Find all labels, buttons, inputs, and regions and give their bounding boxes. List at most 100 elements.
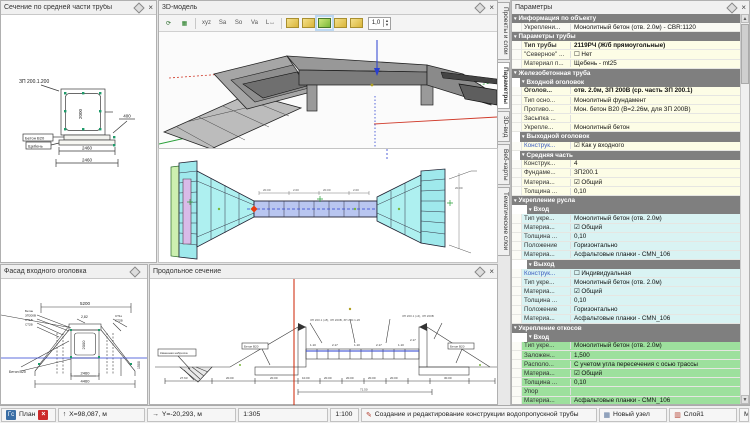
- box-flat-icon[interactable]: [350, 18, 363, 28]
- plan-tab-label[interactable]: План: [19, 411, 35, 418]
- scale-spinner[interactable]: 1,0 ▲▼: [368, 17, 391, 30]
- panel-facade: Фасад входного оголовка: [0, 264, 148, 405]
- param-row[interactable]: Толщина ...0,10: [512, 187, 740, 196]
- param-section[interactable]: ▾Железобетонная труба: [512, 69, 740, 78]
- box-hidden-icon[interactable]: [334, 18, 347, 28]
- spinner-down-icon[interactable]: ▼: [385, 23, 389, 27]
- close-icon[interactable]: ×: [148, 4, 153, 12]
- param-row[interactable]: Оголов...отв. 2.0м, ЗП 200В (ср. часть З…: [512, 87, 740, 96]
- scroll-down-icon[interactable]: ▼: [741, 395, 749, 404]
- mode-indicator[interactable]: ✎ Создание и редактирование конструкции …: [361, 408, 596, 422]
- spinner-arrows[interactable]: ▲▼: [383, 19, 390, 27]
- param-row[interactable]: Фундаме...ЗП200.1: [512, 169, 740, 178]
- param-row[interactable]: Заложен...1,500: [512, 351, 740, 360]
- param-section[interactable]: ▾Параметры трубы: [512, 32, 740, 41]
- param-row[interactable]: Засыпка ...: [512, 114, 740, 123]
- param-row[interactable]: Материа...Асфальтовые планки - CMN_106: [512, 397, 740, 404]
- param-row[interactable]: Располо...С учетом угла пересечения с ос…: [512, 360, 740, 369]
- param-row[interactable]: Укреплени...Монолитный бетон (отв. 2.0м)…: [512, 23, 740, 32]
- snap-surface-icon[interactable]: Sa: [215, 16, 230, 31]
- tab-thematic-layers[interactable]: Тематические слои: [498, 187, 510, 255]
- pin-icon[interactable]: [727, 2, 738, 13]
- param-section[interactable]: ▾Выход: [512, 260, 740, 269]
- panel-3d-titlebar[interactable]: 3D-модель ×: [159, 1, 497, 15]
- param-section[interactable]: ▾Вход: [512, 333, 740, 342]
- param-section[interactable]: ▾Укрепление откосов: [512, 324, 740, 333]
- param-section[interactable]: ▾Средняя часть: [512, 151, 740, 160]
- panel-longitudinal-titlebar[interactable]: Продольное сечение ×: [150, 265, 497, 279]
- tab-projects-layers[interactable]: Проекты и слои: [498, 2, 510, 60]
- param-row[interactable]: Материа...☑ Общий: [512, 178, 740, 187]
- param-row[interactable]: Укрепле...Монолитный бетон: [512, 123, 740, 132]
- param-row[interactable]: Материа...Асфальтовые планки - CMN_106: [512, 315, 740, 324]
- param-row[interactable]: Материа...Асфальтовые планки - CMN_106: [512, 251, 740, 260]
- vertical-scale-field[interactable]: 1:305: [238, 408, 328, 422]
- node-selector[interactable]: ▦ Новый узел: [599, 408, 668, 422]
- box-wire-icon[interactable]: [286, 18, 299, 28]
- param-row[interactable]: Упор: [512, 387, 740, 396]
- close-icon[interactable]: ×: [741, 4, 746, 12]
- param-row[interactable]: Материа...☑ Общий: [512, 287, 740, 296]
- tab-parameters[interactable]: Параметры: [498, 62, 510, 109]
- scroll-up-icon[interactable]: ▲: [741, 14, 749, 23]
- refresh-icon[interactable]: ⟳: [161, 16, 176, 31]
- param-row[interactable]: Материа...☑ Общий: [512, 369, 740, 378]
- snap-object-icon[interactable]: So: [231, 16, 246, 31]
- param-row[interactable]: Конструк...4: [512, 160, 740, 169]
- axes-icon[interactable]: xyz: [199, 16, 214, 31]
- view-icon[interactable]: Va: [247, 16, 262, 31]
- spinner-value[interactable]: 1,0: [369, 20, 383, 26]
- model-table-icon[interactable]: ▦: [177, 16, 192, 31]
- param-row[interactable]: Толщина ...0,10: [512, 378, 740, 387]
- y-axis-icon: →: [152, 411, 159, 418]
- param-row[interactable]: Материа...☑ Общий: [512, 224, 740, 233]
- param-section[interactable]: ▾Укрепление русла: [512, 196, 740, 205]
- param-scrollbar[interactable]: ▲ ▼: [740, 14, 749, 404]
- close-icon[interactable]: ×: [489, 4, 494, 12]
- horizontal-scale-field[interactable]: 1:100: [330, 408, 359, 422]
- box-solid-icon[interactable]: [318, 18, 331, 28]
- layer-selector[interactable]: ▥ Слой1: [669, 408, 737, 422]
- 3d-viewport[interactable]: [159, 32, 497, 149]
- param-row[interactable]: Тип укре...Монолитный бетон (отв. 2.0м): [512, 342, 740, 351]
- panel-pipe-section-titlebar[interactable]: Сечение по средней части трубы ×: [1, 1, 156, 15]
- param-row[interactable]: Толщина ...0,10: [512, 233, 740, 242]
- param-row[interactable]: ПоложениеГоризонтально: [512, 242, 740, 251]
- param-row[interactable]: Противо...Мон. бетон В20 (В=2.26м, для З…: [512, 105, 740, 114]
- param-row[interactable]: Тип осно...Монолитный фундамент: [512, 96, 740, 105]
- param-row[interactable]: Материал п...Щебень - mt25: [512, 60, 740, 69]
- plan-tab-segment[interactable]: Гс План ×: [1, 408, 56, 422]
- panel-title: Параметры: [515, 4, 728, 11]
- param-row[interactable]: Конструк...☑ Как у входного: [512, 142, 740, 151]
- param-section[interactable]: ▾Выходной оголовок: [512, 132, 740, 141]
- box-shaded-icon[interactable]: [302, 18, 315, 28]
- param-row[interactable]: Тип укре...Монолитный бетон (отв. 2.0м): [512, 214, 740, 223]
- param-row[interactable]: ПоложениеГоризонтально: [512, 306, 740, 315]
- coordinate-x-field[interactable]: ↑ X=98,087, м: [58, 408, 145, 422]
- panel-parameters-titlebar[interactable]: Параметры ×: [512, 1, 749, 15]
- plan-view-canvas[interactable]: 20.00 2.00 20.00 2.00 20.00: [158, 148, 498, 263]
- param-row[interactable]: Тип укре...Монолитный бетон (отв. 2.0м): [512, 278, 740, 287]
- length-icon[interactable]: L↔: [263, 16, 278, 31]
- param-row[interactable]: Тип трубы2119РЧ (Ж/б прямоугольные): [512, 41, 740, 50]
- collapse-icon: ▾: [514, 198, 517, 204]
- param-section[interactable]: ▾Вход: [512, 205, 740, 214]
- pin-icon[interactable]: [475, 2, 486, 13]
- scroll-thumb[interactable]: [741, 24, 749, 84]
- param-section[interactable]: ▾Входной оголовок: [512, 78, 740, 87]
- close-icon[interactable]: ×: [489, 268, 494, 276]
- pin-icon[interactable]: [134, 2, 145, 13]
- tab-3d-view[interactable]: 3D-вид: [498, 111, 510, 142]
- param-row[interactable]: Толщина ...0,10: [512, 296, 740, 305]
- panel-facade-titlebar[interactable]: Фасад входного оголовка: [1, 265, 147, 279]
- coordinate-y-field[interactable]: → Y=-20,293, м: [147, 408, 236, 422]
- close-tab-icon[interactable]: ×: [38, 410, 48, 420]
- param-section[interactable]: ▾Информация по объекту: [512, 14, 740, 23]
- tab-web-maps[interactable]: Веб-карты: [498, 144, 510, 186]
- param-row[interactable]: Конструк...☐ Индивидуальная: [512, 269, 740, 278]
- coordinate-system-indicator[interactable]: Местная: [739, 408, 749, 422]
- longitudinal-drawing: Каменная наброска Бетон В20 Бетон В20 ЗП…: [150, 279, 497, 406]
- pin-icon[interactable]: [475, 266, 486, 277]
- param-row[interactable]: "Северное" ...☐ Нет: [512, 50, 740, 59]
- pin-icon[interactable]: [129, 266, 140, 277]
